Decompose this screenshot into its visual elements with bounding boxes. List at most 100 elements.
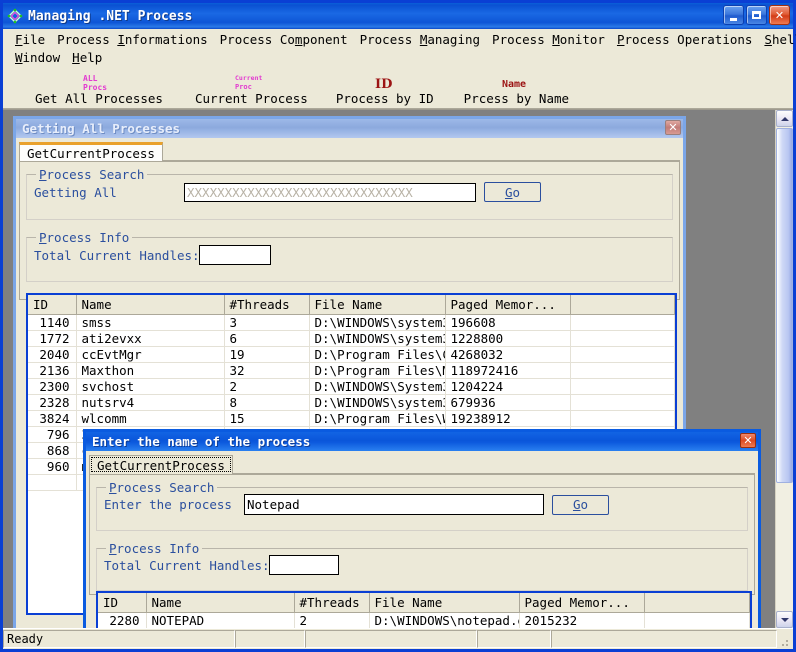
menu-process-managing[interactable]: Process Managing xyxy=(354,31,486,48)
table-row[interactable]: 2300 svchost 2 D:\WINDOWS\System32\... 1… xyxy=(28,378,675,395)
total-handles-input-1[interactable] xyxy=(199,245,271,265)
search-input-1[interactable]: XXXXXXXXXXXXXXXXXXXXXXXXXXXXXX xyxy=(184,182,476,202)
application-window: Managing .NET Process ✕ FFileile Process… xyxy=(0,0,796,652)
cell-name: Maxthon xyxy=(76,362,225,379)
resize-grip[interactable] xyxy=(777,629,793,649)
table-row[interactable]: 1772 ati2evxx 6 D:\WINDOWS\system32\... … xyxy=(28,330,675,347)
go-button-1[interactable]: Go xyxy=(484,182,541,202)
cell-blank xyxy=(570,330,675,347)
status-panel-4 xyxy=(477,630,551,648)
col-id-2[interactable]: ID xyxy=(98,593,147,613)
menu-help[interactable]: Help xyxy=(66,49,108,66)
search-input-2[interactable]: Notepad xyxy=(244,494,544,515)
col-pagedmemory-1[interactable]: Paged Memor... xyxy=(445,295,571,315)
status-panel-ready: Ready xyxy=(3,630,235,648)
cell-threads: 15 xyxy=(224,410,310,427)
tab-getcurrentprocess-1-label: GetCurrentProcess xyxy=(27,146,155,161)
total-handles-input-2[interactable] xyxy=(269,555,339,575)
go-button-2[interactable]: Go xyxy=(552,494,609,515)
table-row[interactable]: 2040 ccEvtMgr 19 D:\Program Files\Com...… xyxy=(28,346,675,363)
table-row[interactable]: 1140 smss 3 D:\WINDOWS\system32\... 1966… xyxy=(28,314,675,331)
cell-id: 2040 xyxy=(28,346,77,363)
mdi-client-area: Getting All Processes ✕ GetCurrentProces… xyxy=(3,109,793,628)
tab-getcurrentprocess-2-label: GetCurrentProcess xyxy=(97,458,225,473)
child-window-1-close-button[interactable]: ✕ xyxy=(665,120,681,135)
cell-threads: 6 xyxy=(224,330,310,347)
col-threads-2[interactable]: #Threads xyxy=(294,593,370,613)
col-name-2[interactable]: Name xyxy=(146,593,295,613)
menu-shell-api-functionality[interactable]: Shell API Functionality xyxy=(758,31,796,48)
svg-text:Name: Name xyxy=(502,79,526,90)
cell-id xyxy=(28,474,77,491)
cell-filename: D:\WINDOWS\system32\... xyxy=(309,330,446,347)
table-row[interactable]: 2280 NOTEPAD 2 D:\WINDOWS\notepad.exe 20… xyxy=(98,612,750,628)
col-name-1[interactable]: Name xyxy=(76,295,225,315)
col-threads-1[interactable]: #Threads xyxy=(224,295,310,315)
toolbar-current-process[interactable]: Current Proc Current Process xyxy=(169,68,314,108)
child-window-1-tabstrip: GetCurrentProcess xyxy=(19,140,680,162)
grid-header-row-2: ID Name #Threads File Name Paged Memor..… xyxy=(98,593,750,613)
cell-blank xyxy=(570,346,675,363)
toolbar-get-all-processes[interactable]: ALL Procs Get All Processes xyxy=(7,68,169,108)
cell-name: ccEvtMgr xyxy=(76,346,225,363)
table-row[interactable]: 2328 nutsrv4 8 D:\WINDOWS\system32\... 6… xyxy=(28,394,675,411)
cell-name: nutsrv4 xyxy=(76,394,225,411)
cell-pagedmemory: 118972416 xyxy=(445,362,571,379)
scroll-up-button[interactable] xyxy=(776,110,793,127)
menu-window[interactable]: Window xyxy=(9,49,66,66)
table-row[interactable]: 2136 Maxthon 32 D:\Program Files\Max... … xyxy=(28,362,675,379)
cell-pagedmemory: 2015232 xyxy=(519,612,645,628)
cell-filename: D:\WINDOWS\System32\... xyxy=(309,378,446,395)
col-filename-2[interactable]: File Name xyxy=(369,593,520,613)
menu-process-operations[interactable]: Process Operations xyxy=(611,31,758,48)
scroll-down-button[interactable] xyxy=(776,611,793,628)
cell-pagedmemory: 196608 xyxy=(445,314,571,331)
col-filename-1[interactable]: File Name xyxy=(309,295,446,315)
window-titlebar: Managing .NET Process ✕ xyxy=(3,3,793,29)
mdi-vertical-scrollbar[interactable] xyxy=(775,110,793,628)
process-search-group-2: Process Search Enter the process Notepad… xyxy=(96,480,748,531)
cell-id: 2136 xyxy=(28,362,77,379)
cell-filename: D:\Program Files\Com... xyxy=(309,346,446,363)
cell-name: NOTEPAD xyxy=(146,612,295,628)
scrollbar-thumb[interactable] xyxy=(776,128,793,483)
child-window-2-close-button[interactable]: ✕ xyxy=(740,433,756,448)
maximize-button[interactable] xyxy=(746,5,767,25)
tab-getcurrentprocess-2[interactable]: GetCurrentProcess xyxy=(89,455,233,474)
grid-header-row-1: ID Name #Threads File Name Paged Memor..… xyxy=(28,295,675,315)
menu-process-component[interactable]: Process Component xyxy=(214,31,354,48)
process-search-group-1: Process Search Getting All XXXXXXXXXXXXX… xyxy=(26,167,673,220)
cell-name: wlcomm xyxy=(76,410,225,427)
toolbar-process-by-name[interactable]: Name Prcess by Name xyxy=(440,68,575,108)
col-blank-2[interactable] xyxy=(644,593,750,613)
cell-blank xyxy=(570,378,675,395)
cell-id: 1140 xyxy=(28,314,77,331)
child-window-enter-process-name[interactable]: Enter the name of the process ✕ GetCurre… xyxy=(83,429,761,628)
cell-blank xyxy=(570,314,675,331)
cell-id: 2280 xyxy=(98,612,147,628)
menu-process-monitor[interactable]: Process Monitor xyxy=(486,31,611,48)
child-window-1-title: Getting All Processes xyxy=(22,121,181,136)
process-grid-2[interactable]: ID Name #Threads File Name Paged Memor..… xyxy=(96,591,752,628)
cell-blank xyxy=(570,362,675,379)
cell-threads: 32 xyxy=(224,362,310,379)
close-button[interactable]: ✕ xyxy=(769,5,790,25)
col-blank-1[interactable] xyxy=(570,295,675,315)
status-panel-5 xyxy=(551,630,777,648)
svg-text:Current: Current xyxy=(235,74,262,82)
table-row[interactable]: 3824 wlcomm 15 D:\Program Files\Win... 1… xyxy=(28,410,675,427)
toolbar-process-by-id[interactable]: ID Process by ID xyxy=(314,68,440,108)
col-id-1[interactable]: ID xyxy=(28,295,77,315)
svg-text:ALL: ALL xyxy=(83,74,98,83)
menu-process-informations[interactable]: Process Informations xyxy=(51,31,214,48)
minimize-button[interactable] xyxy=(723,5,744,25)
app-diamond-icon xyxy=(6,8,24,24)
tab-getcurrentprocess-1[interactable]: GetCurrentProcess xyxy=(19,142,163,161)
total-current-handles-label-2: Total Current Handles: xyxy=(104,557,270,573)
status-panel-3 xyxy=(305,630,477,648)
cell-id: 2328 xyxy=(28,394,77,411)
cell-blank xyxy=(570,394,675,411)
col-pagedmemory-2[interactable]: Paged Memor... xyxy=(519,593,645,613)
cell-filename: D:\WINDOWS\system32\... xyxy=(309,394,446,411)
menu-file[interactable]: FFileile xyxy=(9,31,51,48)
